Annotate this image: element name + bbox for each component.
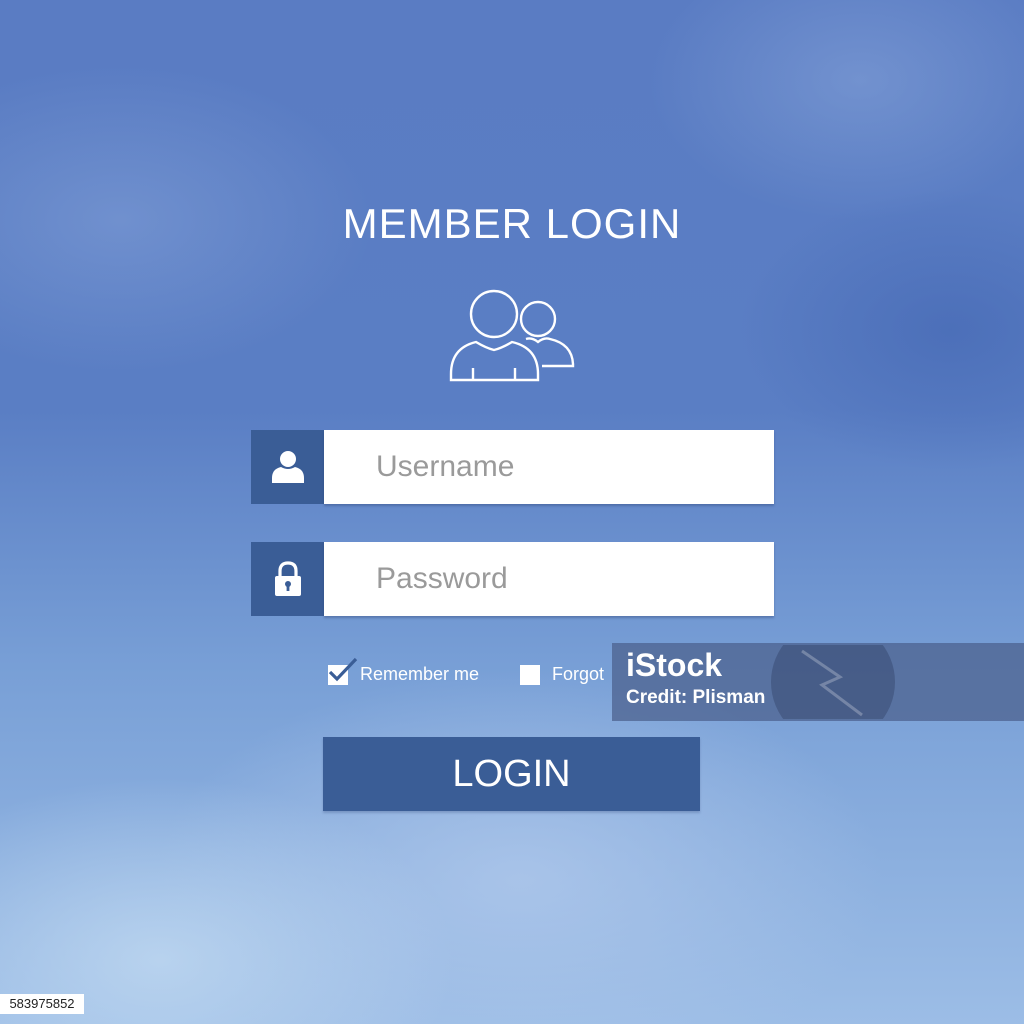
username-input[interactable] — [324, 430, 756, 504]
watermark-credit: Credit: Plisman — [626, 687, 766, 708]
checkmark-icon — [328, 657, 358, 681]
remember-me-label: Remember me — [360, 664, 480, 684]
watermark-band: iStock Credit: Plisman — [612, 643, 1024, 721]
username-row — [251, 430, 774, 504]
remember-me-checkbox[interactable] — [328, 657, 358, 685]
users-group-icon — [449, 289, 575, 382]
username-icon-box — [251, 430, 324, 504]
watermark-circle-icon — [771, 645, 895, 719]
watermark-brand: iStock — [626, 647, 723, 683]
remember-me-option[interactable]: Remember me — [328, 657, 480, 685]
username-field-box — [324, 430, 774, 504]
user-icon — [271, 451, 304, 483]
forgot-password-label[interactable]: Forgot — [552, 664, 604, 685]
image-id: 583975852 — [0, 994, 84, 1014]
forgot-password-checkbox[interactable] — [520, 664, 540, 685]
forgot-password-option[interactable]: Forgot — [520, 664, 604, 685]
login-button[interactable]: LOGIN — [323, 737, 700, 811]
lock-icon — [274, 561, 301, 596]
page-title: MEMBER LOGIN — [342, 200, 682, 247]
password-field-box — [324, 542, 774, 616]
password-icon-box — [251, 542, 324, 616]
password-input[interactable] — [324, 542, 756, 616]
password-row — [251, 542, 774, 616]
